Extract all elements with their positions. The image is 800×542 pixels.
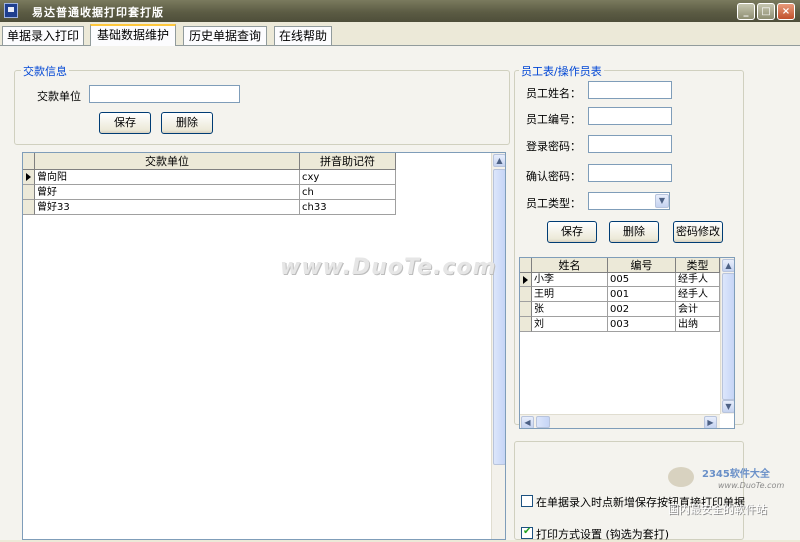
payment-unit-label: 交款单位 bbox=[37, 90, 81, 103]
table-cell[interactable]: 张 bbox=[532, 302, 608, 317]
logo-text: 2345软件大全 bbox=[702, 469, 770, 480]
employee-number-label: 员工编号： bbox=[526, 113, 581, 126]
row-selector[interactable] bbox=[520, 317, 532, 332]
chevron-down-icon[interactable]: ▼ bbox=[655, 194, 669, 208]
table-cell[interactable]: 刘 bbox=[532, 317, 608, 332]
payment-save-button[interactable]: 保存 bbox=[99, 112, 151, 134]
vertical-scrollbar[interactable]: ▲ bbox=[491, 153, 505, 539]
employee-name-input[interactable] bbox=[588, 81, 672, 99]
table-cell[interactable]: 出纳 bbox=[676, 317, 720, 332]
employee-horizontal-scrollbar[interactable]: ◀ ▶ bbox=[520, 414, 720, 428]
column-header-pinyin[interactable]: 拼音助记符 bbox=[300, 153, 396, 170]
logo-url: www.DuoTe.com bbox=[718, 481, 785, 490]
payment-info-legend: 交款信息 bbox=[21, 63, 69, 79]
current-row-arrow-icon bbox=[523, 276, 528, 284]
column-header-type[interactable]: 类型 bbox=[676, 258, 720, 273]
employee-group-legend: 员工表/操作员表 bbox=[519, 63, 604, 79]
employee-grid[interactable]: 姓名 编号 类型 小李 005 经手人 王明 001 经手人 张 002 会计 … bbox=[519, 257, 735, 429]
grid-corner bbox=[520, 258, 532, 273]
table-cell[interactable]: 经手人 bbox=[676, 273, 720, 287]
tab-history-query[interactable]: 历史单据查询 bbox=[183, 26, 267, 45]
app-icon bbox=[4, 3, 18, 18]
table-cell[interactable]: 曾好 bbox=[35, 185, 300, 200]
window-title: 易达普通收据打印套打版 bbox=[32, 6, 164, 19]
title-bar: 易达普通收据打印套打版 _ □ × bbox=[0, 0, 800, 22]
row-selector[interactable] bbox=[23, 200, 35, 215]
employee-delete-button[interactable]: 删除 bbox=[609, 221, 659, 243]
password-change-button[interactable]: 密码修改 bbox=[673, 221, 723, 243]
maximize-button[interactable]: □ bbox=[757, 3, 775, 20]
employee-name-label: 员工姓名： bbox=[526, 87, 581, 100]
payment-delete-button[interactable]: 删除 bbox=[161, 112, 213, 134]
scroll-up-icon[interactable]: ▲ bbox=[493, 154, 505, 167]
row-selector[interactable] bbox=[23, 170, 35, 185]
confirm-password-label: 确认密码： bbox=[526, 170, 581, 183]
table-cell[interactable]: ch33 bbox=[300, 200, 396, 215]
scroll-left-icon[interactable]: ◀ bbox=[521, 416, 534, 428]
employee-type-label: 员工类型： bbox=[526, 197, 581, 210]
employee-vertical-scrollbar[interactable]: ▲ ▼ bbox=[720, 258, 734, 414]
table-cell[interactable]: 王明 bbox=[532, 287, 608, 302]
employee-save-button[interactable]: 保存 bbox=[547, 221, 597, 243]
scroll-thumb[interactable] bbox=[722, 273, 734, 400]
confirm-password-input[interactable] bbox=[588, 164, 672, 182]
payment-info-group bbox=[14, 70, 510, 145]
site-logo: 2345软件大全 www.DuoTe.com 国内最安全的软件站 bbox=[668, 463, 798, 523]
scroll-thumb[interactable] bbox=[493, 169, 505, 465]
minimize-button[interactable]: _ bbox=[737, 3, 755, 20]
logo-slogan: 国内最安全的软件站 bbox=[668, 503, 767, 516]
scroll-thumb[interactable] bbox=[536, 416, 550, 428]
row-selector[interactable] bbox=[520, 302, 532, 317]
center-watermark: www.DuoTe.com bbox=[280, 255, 497, 280]
table-cell[interactable]: 经手人 bbox=[676, 287, 720, 302]
table-cell[interactable]: 001 bbox=[608, 287, 676, 302]
row-selector[interactable] bbox=[520, 287, 532, 302]
table-cell[interactable]: cxy bbox=[300, 170, 396, 185]
table-cell[interactable]: 曾好33 bbox=[35, 200, 300, 215]
scroll-right-icon[interactable]: ▶ bbox=[704, 416, 717, 428]
direct-print-checkbox[interactable] bbox=[521, 495, 533, 507]
table-cell[interactable]: 005 bbox=[608, 273, 676, 287]
cat-logo-icon bbox=[668, 467, 694, 487]
table-cell[interactable]: 003 bbox=[608, 317, 676, 332]
login-password-label: 登录密码： bbox=[526, 140, 581, 153]
payment-unit-grid[interactable]: 交款单位 拼音助记符 曾向阳 cxy 曾好 ch 曾好33 ch33 ▲ bbox=[22, 152, 506, 540]
close-button[interactable]: × bbox=[777, 3, 795, 20]
table-cell[interactable]: 小李 bbox=[532, 273, 608, 287]
print-mode-checkbox[interactable] bbox=[521, 526, 533, 539]
table-cell[interactable]: ch bbox=[300, 185, 396, 200]
row-selector[interactable] bbox=[520, 273, 532, 287]
table-cell[interactable]: 会计 bbox=[676, 302, 720, 317]
employee-number-input[interactable] bbox=[588, 107, 672, 125]
login-password-input[interactable] bbox=[588, 135, 672, 153]
scroll-down-icon[interactable]: ▼ bbox=[722, 400, 734, 413]
tab-online-help[interactable]: 在线帮助 bbox=[274, 26, 332, 45]
row-selector[interactable] bbox=[23, 185, 35, 200]
table-cell[interactable]: 曾向阳 bbox=[35, 170, 300, 185]
table-cell[interactable]: 002 bbox=[608, 302, 676, 317]
tab-basic-data[interactable]: 基础数据维护 bbox=[90, 24, 176, 46]
payment-unit-input[interactable] bbox=[89, 85, 240, 103]
tab-receipt-entry[interactable]: 单据录入打印 bbox=[2, 26, 84, 45]
scroll-up-icon[interactable]: ▲ bbox=[722, 259, 734, 272]
grid-corner bbox=[23, 153, 35, 170]
column-header-unit[interactable]: 交款单位 bbox=[35, 153, 300, 170]
column-header-number[interactable]: 编号 bbox=[608, 258, 676, 273]
column-header-name[interactable]: 姓名 bbox=[532, 258, 608, 273]
employee-type-select[interactable]: ▼ bbox=[588, 192, 670, 210]
current-row-arrow-icon bbox=[26, 173, 31, 181]
